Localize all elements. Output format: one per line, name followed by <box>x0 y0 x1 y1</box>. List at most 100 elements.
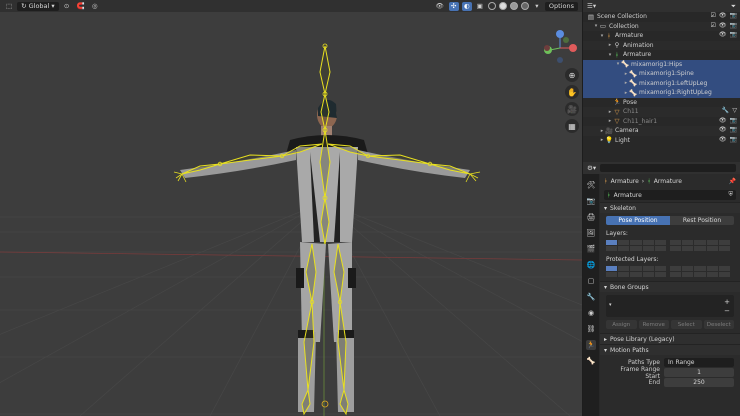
layer-toggle[interactable] <box>618 266 630 271</box>
layer-toggle[interactable] <box>618 246 630 251</box>
eye-icon[interactable]: 👁 <box>719 136 727 143</box>
view-layer-tab-icon[interactable]: 🖼 <box>586 228 596 238</box>
checkbox-icon[interactable]: ☑ <box>711 12 716 19</box>
layer-toggle[interactable] <box>718 272 730 277</box>
outliner-row-ch11-hair1[interactable]: ▸ ▽ Ch11_hair1 👁 📷 <box>583 117 740 127</box>
zoom-icon[interactable]: ⊕ <box>565 68 579 82</box>
eye-icon[interactable]: 👁 <box>719 22 727 29</box>
shading-options-chevron-icon[interactable]: ▾ <box>532 2 542 11</box>
outliner-row-ch11[interactable]: ▸ ▽ Ch11 🔧 ▽ <box>583 107 740 117</box>
remove-bone-group-icon[interactable]: − <box>724 307 730 315</box>
outliner-row-animation[interactable]: ▸ ⚲ Animation <box>583 40 740 50</box>
outliner-row-light[interactable]: ▸ 💡 Light 👁 📷 <box>583 136 740 146</box>
outliner-row-bone-spine[interactable]: ▸ 🦴 mixamorig1:Spine <box>583 69 740 79</box>
outliner-row-armature-data[interactable]: ▾ ᚼ Armature <box>583 50 740 60</box>
pivot-icon[interactable]: ⊙ <box>62 2 72 11</box>
pin-icon[interactable]: 📌 <box>729 178 736 185</box>
proportional-editing-icon[interactable]: ◎ <box>90 2 100 11</box>
outliner-row-pose[interactable]: 🏃 Pose <box>583 98 740 108</box>
neg-x-axis-icon[interactable] <box>544 45 550 51</box>
3d-viewport[interactable]: ⬚ ↻ Global ▾ ⊙ 🧲 ◎ 👁 ✣ ◐ ▣ ▾ Options ⊕ ✋… <box>0 0 582 416</box>
output-tab-icon[interactable]: 🖨 <box>586 212 596 222</box>
physics-tab-icon[interactable]: ◉ <box>586 308 596 318</box>
pose-position-button[interactable]: Pose Position <box>606 216 670 225</box>
select-button[interactable]: Select <box>671 320 702 329</box>
bone-tab-icon[interactable]: 🦴 <box>586 356 596 366</box>
layer-toggle[interactable] <box>630 266 642 271</box>
eye-icon[interactable]: 👁 <box>719 31 727 38</box>
camera-icon[interactable]: 📷 <box>730 12 737 19</box>
outliner-row-bone-leftupleg[interactable]: ▸ 🦴 mixamorig1:LeftUpLeg <box>583 78 740 88</box>
scene-tab-icon[interactable]: 🎬 <box>586 244 596 254</box>
armature-data-tab-icon[interactable]: 🏃 <box>586 340 596 350</box>
object-tab-icon[interactable]: ▢ <box>586 276 596 286</box>
outliner-editor-type-icon[interactable]: ☰▾ <box>587 2 596 10</box>
overlays-toggle-icon[interactable]: ◐ <box>461 1 472 11</box>
layer-toggle[interactable] <box>718 266 730 271</box>
camera-icon[interactable]: 📷 <box>730 31 737 38</box>
checkbox-icon[interactable]: ☑ <box>711 22 716 29</box>
layer-toggle[interactable] <box>718 240 730 245</box>
camera-icon[interactable]: 📷 <box>730 136 737 143</box>
frame-range-end-field[interactable]: 250 <box>664 378 734 387</box>
layer-toggle[interactable] <box>654 272 666 277</box>
modifier-tab-icon[interactable]: 🔧 <box>586 292 596 302</box>
pan-hand-icon[interactable]: ✋ <box>565 85 579 99</box>
layer-toggle[interactable] <box>642 240 654 245</box>
outliner-row-armature-object[interactable]: ▾ ᚼ Armature 👁 📷 <box>583 31 740 41</box>
layer-toggle[interactable] <box>706 240 718 245</box>
layer-toggle[interactable] <box>670 272 682 277</box>
z-axis-icon[interactable] <box>556 30 564 38</box>
layer-toggle[interactable] <box>630 272 642 277</box>
layer-toggle[interactable] <box>642 266 654 271</box>
select-box-icon[interactable]: ⬚ <box>4 2 14 11</box>
layer-toggle[interactable] <box>654 240 666 245</box>
bone-groups-panel-header[interactable]: ▾ Bone Groups <box>600 281 740 292</box>
eye-icon[interactable]: 👁 <box>719 12 727 19</box>
filter-icon[interactable]: ⏷ <box>731 2 736 11</box>
add-bone-group-icon[interactable]: + <box>724 298 730 306</box>
layer-toggle[interactable] <box>630 246 642 251</box>
perspective-grid-icon[interactable]: ▦ <box>565 119 579 133</box>
layer-toggle[interactable] <box>706 246 718 251</box>
pose-library-panel-header[interactable]: ▸ Pose Library (Legacy) <box>600 333 740 344</box>
layer-toggle[interactable] <box>706 266 718 271</box>
head-bone[interactable] <box>319 45 331 95</box>
layer-toggle[interactable] <box>682 240 694 245</box>
world-tab-icon[interactable]: 🌐 <box>586 260 596 270</box>
layer-toggle[interactable] <box>670 266 682 271</box>
options-dropdown[interactable]: Options <box>544 1 578 11</box>
camera-view-icon[interactable]: 🎥 <box>565 102 579 116</box>
fake-user-shield-icon[interactable]: ⛨ <box>728 191 733 199</box>
layer-toggle[interactable] <box>642 246 654 251</box>
layer-toggle[interactable] <box>706 272 718 277</box>
constraints-tab-icon[interactable]: ⛓ <box>586 324 596 334</box>
frame-range-start-field[interactable]: 1 <box>664 368 734 377</box>
snap-icon[interactable]: 🧲 <box>75 2 87 11</box>
layer-toggle[interactable] <box>606 266 618 271</box>
layer-toggle[interactable] <box>630 240 642 245</box>
armature-name-field[interactable]: ᚼ Armature ⛨ <box>604 190 736 200</box>
rest-position-button[interactable]: Rest Position <box>670 216 734 225</box>
neg-z-axis-icon[interactable] <box>557 57 563 63</box>
deselect-button[interactable]: Deselect <box>703 320 734 329</box>
navigation-gizmo[interactable] <box>544 30 577 63</box>
camera-icon[interactable]: 📷 <box>730 117 737 124</box>
layer-toggle[interactable] <box>694 240 706 245</box>
neg-y-axis-icon[interactable] <box>563 37 569 43</box>
rendered-shading-icon[interactable] <box>520 2 529 10</box>
layer-toggle[interactable] <box>718 246 730 251</box>
render-tab-icon[interactable]: 📷 <box>586 196 596 206</box>
list-expand-icon[interactable]: ▾ <box>609 302 612 308</box>
eye-icon[interactable]: 👁 <box>719 117 727 124</box>
camera-icon[interactable]: 📷 <box>730 126 737 133</box>
remove-button[interactable]: Remove <box>638 320 669 329</box>
outliner[interactable]: ▤ Scene Collection ☑ 👁 📷 ▾ ▭ Collection … <box>583 12 740 160</box>
material-shading-icon[interactable] <box>509 2 518 10</box>
solid-shading-icon[interactable] <box>498 2 507 10</box>
wireframe-shading-icon[interactable] <box>487 2 496 10</box>
layer-toggle[interactable] <box>682 272 694 277</box>
motion-paths-panel-header[interactable]: ▾ Motion Paths <box>600 344 740 355</box>
skeleton-panel-header[interactable]: ▾ Skeleton <box>600 202 740 213</box>
outliner-row-camera[interactable]: ▸ 🎥 Camera 👁 📷 <box>583 126 740 136</box>
